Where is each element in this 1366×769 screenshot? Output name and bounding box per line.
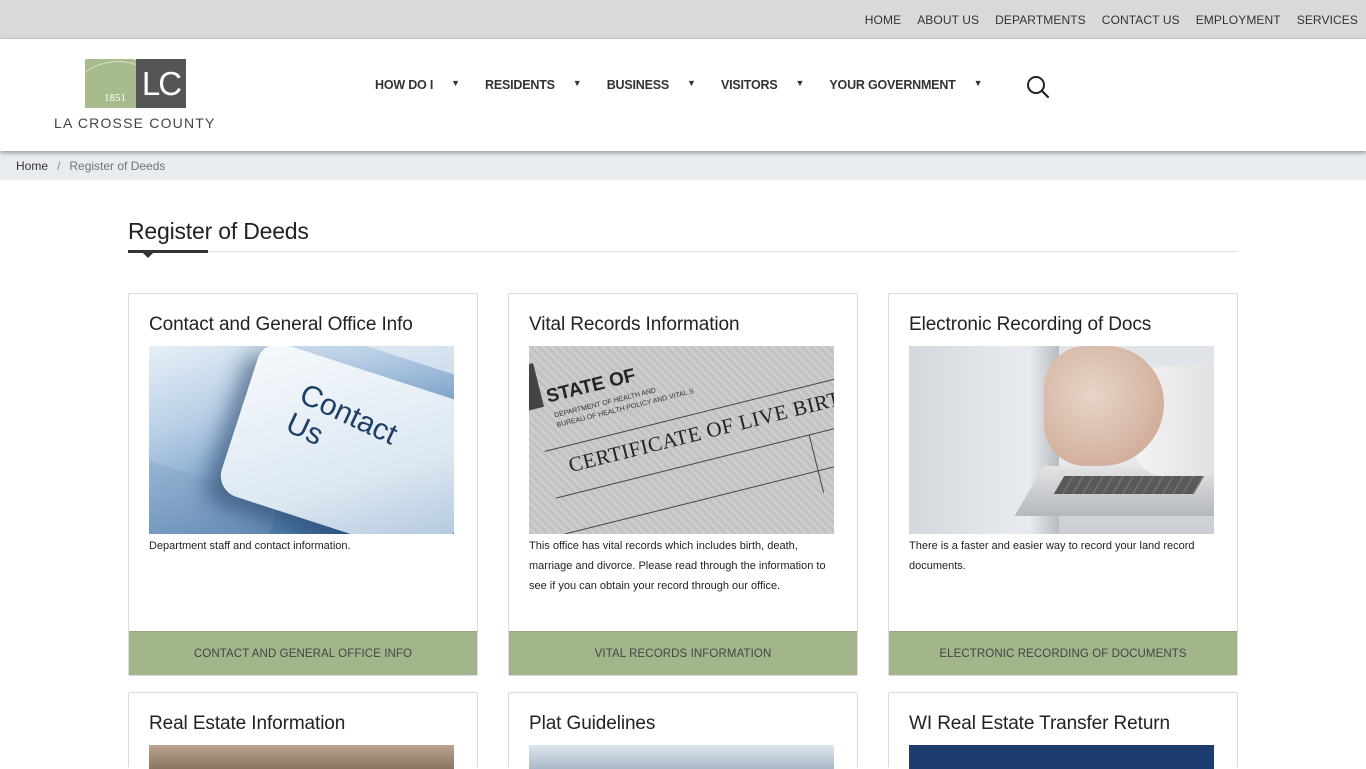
certificate-title: CERTIFICATE OF LIVE BIRTH (566, 382, 834, 478)
card-title[interactable]: Real Estate Information (149, 713, 345, 735)
contact-info-button[interactable]: CONTACT AND GENERAL OFFICE INFO (129, 631, 477, 675)
search-icon[interactable] (1026, 75, 1050, 99)
county-logo[interactable]: 1851 LC LA CROSSE COUNTY (54, 59, 219, 134)
utility-link-about-us[interactable]: ABOUT US (917, 13, 979, 27)
vital-records-button[interactable]: VITAL RECORDS INFORMATION (509, 631, 857, 675)
breadcrumb: Home / Register of Deeds (0, 151, 1366, 180)
title-notch (143, 253, 153, 258)
card-description: There is a faster and easier way to reco… (909, 540, 1195, 572)
breadcrumb-separator: / (57, 158, 61, 173)
caret-down-icon[interactable]: ▼ (687, 78, 696, 88)
card-vital-records: Vital Records Information STATE OF DEPAR… (508, 293, 858, 676)
utility-bar: HOME ABOUT US DEPARTMENTS CONTACT US EMP… (0, 0, 1366, 39)
utility-link-home[interactable]: HOME (865, 13, 901, 27)
nav-label: RESIDENTS (485, 78, 555, 92)
site-header: 1851 LC LA CROSSE COUNTY HOW DO I ▼ RESI… (0, 39, 1366, 151)
card-image-laptop[interactable] (909, 346, 1214, 534)
nav-label: BUSINESS (606, 78, 670, 92)
main-nav: HOW DO I ▼ RESIDENTS ▼ BUSINESS ▼ VISITO… (375, 39, 1008, 131)
utility-link-departments[interactable]: DEPARTMENTS (995, 13, 1086, 27)
utility-link-services[interactable]: SERVICES (1297, 13, 1358, 27)
nav-visitors[interactable]: VISITORS ▼ (721, 78, 829, 92)
card-title[interactable]: WI Real Estate Transfer Return (909, 713, 1170, 735)
nav-how-do-i[interactable]: HOW DO I ▼ (375, 78, 485, 92)
card-transfer-return: WI Real Estate Transfer Return (888, 692, 1238, 769)
title-underline (128, 250, 208, 253)
nav-label: YOUR GOVERNMENT (829, 78, 956, 92)
utility-nav: HOME ABOUT US DEPARTMENTS CONTACT US EMP… (865, 0, 1366, 39)
card-title[interactable]: Vital Records Information (529, 314, 740, 336)
card-image-transfer-return[interactable] (909, 745, 1214, 769)
nav-label: HOW DO I (375, 78, 434, 92)
card-title[interactable]: Contact and General Office Info (149, 314, 413, 336)
nav-business[interactable]: BUSINESS ▼ (607, 78, 721, 92)
card-image-plat[interactable] (529, 745, 834, 769)
card-image-birth-certificate[interactable]: STATE OF DEPARTMENT OF HEALTH AND BUREAU… (529, 346, 834, 534)
card-description: Department staff and contact information… (149, 540, 351, 552)
card-contact-info: Contact and General Office Info Contact … (128, 293, 478, 676)
title-divider (128, 251, 1238, 252)
card-real-estate-info: Real Estate Information (128, 692, 478, 769)
caret-down-icon[interactable]: ▼ (451, 78, 460, 88)
nav-residents[interactable]: RESIDENTS ▼ (485, 78, 607, 92)
card-image-contact-key[interactable]: Contact Us (149, 346, 454, 534)
card-title[interactable]: Electronic Recording of Docs (909, 314, 1151, 336)
breadcrumb-home-link[interactable]: Home (16, 159, 48, 173)
breadcrumb-current: Register of Deeds (69, 158, 166, 173)
electronic-recording-button[interactable]: ELECTRONIC RECORDING OF DOCUMENTS (889, 631, 1237, 675)
card-title[interactable]: Plat Guidelines (529, 713, 655, 735)
page-title: Register of Deeds (128, 218, 309, 244)
card-electronic-recording: Electronic Recording of Docs There is a … (888, 293, 1238, 676)
card-plat-guidelines: Plat Guidelines (508, 692, 858, 769)
logo-year: 1851 (104, 92, 126, 104)
card-image-real-estate[interactable] (149, 745, 454, 769)
caret-down-icon[interactable]: ▼ (573, 78, 582, 88)
card-description: This office has vital records which incl… (529, 540, 826, 592)
logo-initials: LC (136, 59, 186, 108)
caret-down-icon[interactable]: ▼ (974, 78, 983, 88)
caret-down-icon[interactable]: ▼ (795, 78, 804, 88)
nav-label: VISITORS (720, 78, 778, 92)
utility-link-employment[interactable]: EMPLOYMENT (1196, 13, 1281, 27)
logo-county-name: LA CROSSE COUNTY (54, 115, 216, 131)
nav-your-government[interactable]: YOUR GOVERNMENT ▼ (829, 78, 1007, 92)
utility-link-contact-us[interactable]: CONTACT US (1102, 13, 1180, 27)
